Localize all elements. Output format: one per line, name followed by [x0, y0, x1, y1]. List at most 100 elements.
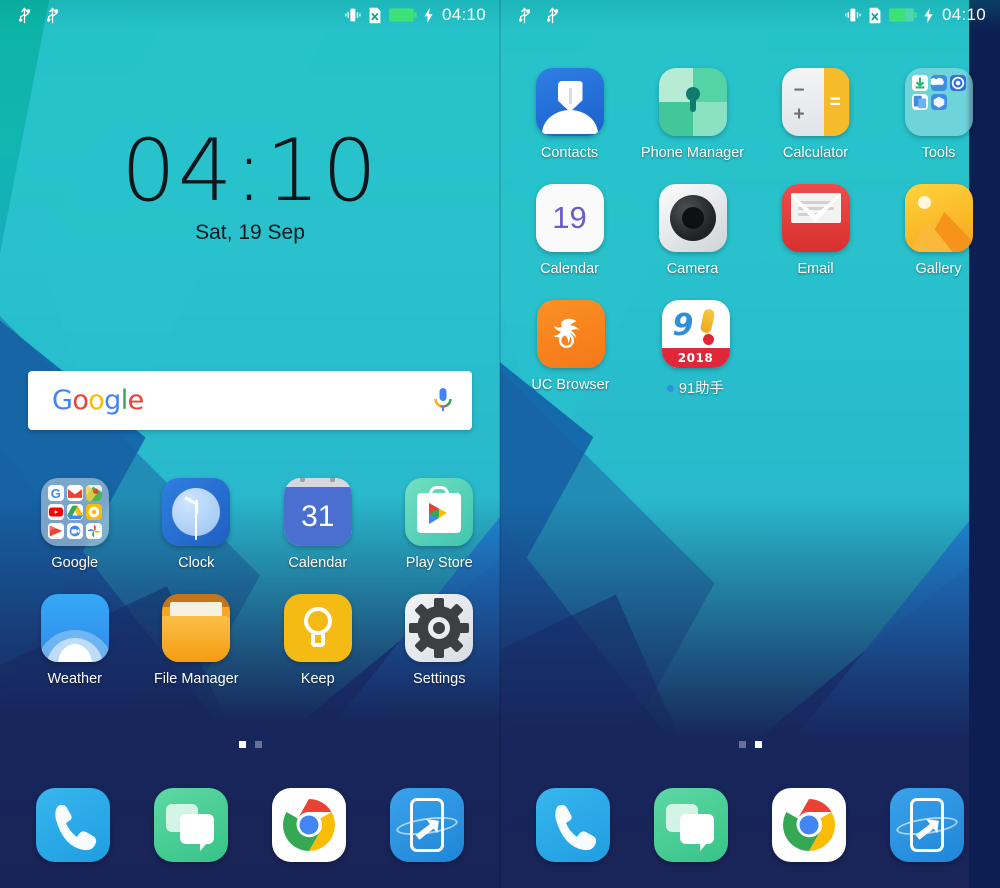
app-label: Keep [300, 671, 335, 687]
vibrate-icon [845, 8, 861, 22]
contacts-icon[interactable] [535, 68, 604, 136]
mini-clone-icon [911, 94, 928, 110]
email-icon[interactable] [781, 184, 850, 252]
messages-icon[interactable] [654, 788, 728, 862]
app-gallery[interactable]: Gallery [877, 184, 1000, 277]
weather-icon[interactable] [40, 594, 109, 662]
app-label: Calendar [540, 261, 599, 277]
phone-icon[interactable] [36, 788, 110, 862]
logo-letter: o [88, 385, 105, 416]
app-label: Camera [666, 261, 719, 277]
chrome-icon[interactable] [272, 788, 346, 862]
app-label: Tools [921, 145, 956, 161]
app-play-store[interactable]: Play Store [379, 478, 501, 571]
91-badge-year: 2018 [661, 348, 730, 368]
status-bar-time: 04:10 [941, 5, 986, 24]
app-label: Settings [413, 671, 466, 687]
calendar-day: 31 [283, 487, 352, 546]
app-email[interactable]: Email [754, 184, 877, 277]
app-calendar[interactable]: 31 Calendar [257, 478, 379, 571]
phone-manager-icon[interactable] [658, 68, 727, 136]
app-tools-folder[interactable]: Tools [877, 68, 1000, 161]
page-indicator[interactable] [0, 741, 500, 748]
app-91-assistant[interactable]: 9 2018 91助手 [633, 300, 758, 398]
mini-duo-icon [66, 523, 83, 539]
charging-bolt-icon [424, 7, 433, 23]
mini-backup-icon [930, 75, 947, 91]
mini-maps-icon [85, 485, 102, 501]
google-folder-icon[interactable]: G [40, 478, 109, 546]
clock-icon[interactable] [162, 478, 231, 546]
app-label: Gallery [915, 261, 962, 277]
calendar-icon[interactable]: 19 [535, 184, 604, 252]
app-label: Google [51, 555, 99, 571]
clock-widget[interactable]: 04:10 Sat, 19 Sep [0, 128, 500, 245]
google-search-bar[interactable]: G o o g l e [28, 371, 472, 430]
calculator-icon[interactable]: − + = [781, 68, 850, 136]
mini-photos-icon [85, 523, 102, 539]
app-uc-browser[interactable]: UC Browser [508, 300, 633, 398]
mini-hicloud-icon [930, 94, 947, 110]
app-clock[interactable]: Clock [136, 478, 258, 571]
page-dot-1[interactable] [238, 741, 246, 748]
settings-gear-icon[interactable] [405, 594, 474, 662]
logo-letter: l [120, 385, 128, 416]
uc-browser-icon[interactable] [536, 300, 605, 368]
dock [500, 788, 1000, 862]
camera-icon[interactable] [658, 184, 727, 252]
page-dot-2[interactable] [754, 741, 762, 748]
usb-icon [46, 7, 59, 23]
app-label: UC Browser [531, 377, 610, 393]
panel-divider [499, 0, 501, 888]
app-google-folder[interactable]: G Google [14, 478, 136, 571]
clock-widget-date: Sat, 19 Sep [195, 221, 305, 245]
gallery-icon[interactable] [904, 184, 973, 252]
logo-letter: o [72, 385, 89, 416]
app-phone-manager[interactable]: Phone Manager [631, 68, 754, 161]
logo-letter: G [52, 385, 73, 416]
tools-folder-icon[interactable] [904, 68, 973, 136]
dock [0, 788, 500, 862]
phone-clone-icon[interactable] [390, 788, 464, 862]
status-bar: 04:10 [0, 0, 500, 30]
file-manager-icon[interactable] [162, 594, 231, 662]
app-camera[interactable]: Camera [631, 184, 754, 277]
app-row: Contacts Phone Manager − + = Calculator … [500, 68, 1000, 161]
mini-youtube-icon [47, 504, 64, 520]
app-settings[interactable]: Settings [379, 594, 501, 687]
app-label: File Manager [153, 671, 239, 687]
app-calculator[interactable]: − + = Calculator [754, 68, 877, 161]
vibrate-icon [345, 8, 361, 22]
page-indicator[interactable] [500, 741, 1000, 748]
microphone-icon[interactable] [432, 386, 454, 416]
phone-clone-icon[interactable] [890, 788, 964, 862]
app-label: Play Store [405, 555, 473, 571]
page-dot-2[interactable] [254, 741, 262, 748]
app-label: 91助手 [667, 377, 724, 398]
app-calendar[interactable]: 19 Calendar [508, 184, 631, 277]
app-file-manager[interactable]: File Manager [136, 594, 258, 687]
page-dot-1[interactable] [738, 741, 746, 748]
app-weather[interactable]: Weather [14, 594, 136, 687]
mini-gmail-icon [66, 485, 83, 501]
calendar-icon[interactable]: 31 [283, 478, 352, 546]
phone-icon[interactable] [536, 788, 610, 862]
keep-icon[interactable] [283, 594, 352, 662]
app-row: 19 Calendar Camera Email Gallery [500, 184, 1000, 277]
chrome-icon[interactable] [772, 788, 846, 862]
calc-minus: − [793, 80, 805, 101]
app-label: Phone Manager [640, 145, 745, 161]
mini-photos-icon [85, 504, 102, 520]
calc-equals: = [829, 92, 841, 113]
play-store-icon[interactable] [405, 478, 474, 546]
91-assistant-icon[interactable]: 9 2018 [661, 300, 730, 368]
app-keep[interactable]: Keep [257, 594, 379, 687]
calendar-day: 19 [552, 200, 587, 235]
app-label: Clock [178, 555, 215, 571]
mini-compass-icon [949, 75, 966, 91]
app-label: Calendar [288, 555, 348, 571]
charging-bolt-icon [924, 7, 933, 23]
app-grid-page-1: G Google Clock 31 Calendar Play Store We… [0, 478, 500, 687]
app-contacts[interactable]: Contacts [508, 68, 631, 161]
messages-icon[interactable] [154, 788, 228, 862]
